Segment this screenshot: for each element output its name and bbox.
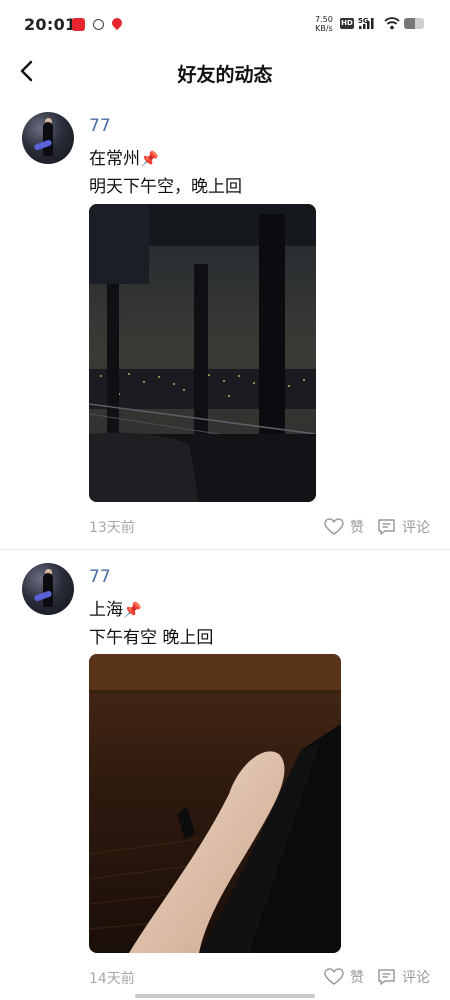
like-label: 赞 xyxy=(350,970,364,986)
comment-button[interactable]: 评论 xyxy=(377,516,430,538)
sync-notification-icon xyxy=(93,19,104,30)
avatar[interactable] xyxy=(22,112,74,164)
post-text-line1: 在常州📌 xyxy=(89,144,159,169)
hd-icon: HD xyxy=(340,18,354,29)
home-indicator[interactable] xyxy=(135,994,315,998)
page-title: 好友的动态 xyxy=(177,64,273,86)
comment-icon xyxy=(378,519,395,535)
night-city-view-image xyxy=(89,204,316,502)
heart-icon xyxy=(324,968,344,985)
network-speed-value: 7.50 xyxy=(315,15,333,24)
location-notification-icon xyxy=(109,15,125,31)
status-bar: 20:01 7.50 KB/s HD 5G xyxy=(0,0,450,48)
like-button[interactable]: 赞 xyxy=(324,516,364,538)
moment-post: 77 在常州📌 明天下午空，晚上回 13天前 赞 评论 xyxy=(0,96,450,550)
network-speed: 7.50 KB/s xyxy=(315,15,333,33)
post-time: 13天前 xyxy=(89,520,135,536)
post-text-line1: 上海📌 xyxy=(89,595,142,620)
post-time: 14天前 xyxy=(89,971,135,987)
avatar[interactable] xyxy=(22,563,74,615)
header: 好友的动态 xyxy=(0,48,450,96)
post-username[interactable]: 77 xyxy=(89,116,111,136)
comment-icon xyxy=(378,969,395,985)
battery-icon xyxy=(404,18,424,29)
comment-button[interactable]: 评论 xyxy=(377,966,430,988)
like-button[interactable]: 赞 xyxy=(324,966,364,988)
post-photo[interactable] xyxy=(89,654,341,953)
moment-post: 77 上海📌 下午有空 晚上回 14天前 赞 评论 xyxy=(0,550,450,1000)
heart-icon xyxy=(324,518,344,535)
pushpin-icon: 📌 xyxy=(140,150,159,168)
network-speed-unit: KB/s xyxy=(315,24,333,33)
post-text-line2: 下午有空 晚上回 xyxy=(89,628,214,648)
comment-label: 评论 xyxy=(402,520,430,536)
post-text-line2: 明天下午空，晚上回 xyxy=(89,177,242,197)
signal-5g-icon: 5G xyxy=(358,17,374,29)
pushpin-icon: 📌 xyxy=(123,601,142,619)
like-label: 赞 xyxy=(350,520,364,536)
post-location-text: 在常州 xyxy=(89,149,140,169)
status-time: 20:01 xyxy=(24,15,77,34)
post-photo[interactable] xyxy=(89,204,316,502)
post-username[interactable]: 77 xyxy=(89,567,111,587)
app-notification-icon xyxy=(72,18,85,31)
comment-label: 评论 xyxy=(402,970,430,986)
seated-leg-image xyxy=(89,654,341,953)
wifi-icon xyxy=(384,17,400,30)
battery-level xyxy=(404,18,415,29)
post-location-text: 上海 xyxy=(89,600,123,620)
